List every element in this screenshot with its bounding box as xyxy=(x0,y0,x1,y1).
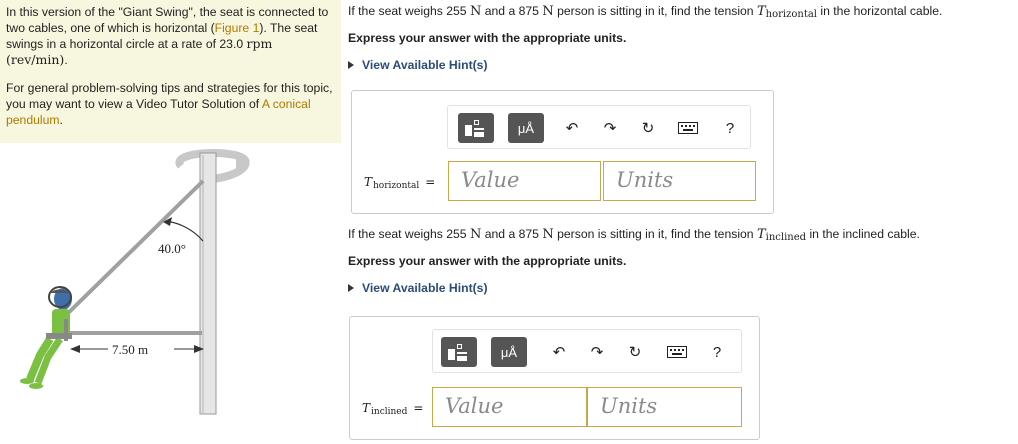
figure-link[interactable]: Figure 1 xyxy=(215,21,260,35)
person-on-seat xyxy=(20,286,72,389)
problem-intro: In this version of the "Giant Swing", th… xyxy=(6,5,329,67)
keyboard-icon[interactable] xyxy=(674,114,702,142)
redo-icon[interactable]: ↷ xyxy=(583,338,611,366)
problem-statement: In this version of the "Giant Swing", th… xyxy=(0,0,341,143)
templates-button[interactable] xyxy=(458,113,494,143)
fraction-template-icon xyxy=(448,343,470,361)
part-a-express-units: Express your answer with the appropriate… xyxy=(348,31,627,45)
part-b-units-input[interactable]: Units xyxy=(587,387,742,427)
keyboard-icon[interactable] xyxy=(663,338,691,366)
part-b-variable-label: Tinclined = xyxy=(362,401,424,417)
giant-swing-diagram: 40.0° 7.50 m xyxy=(20,149,250,415)
help-button[interactable]: ? xyxy=(703,338,731,366)
expand-triangle-icon xyxy=(348,284,354,292)
part-a: If the seat weighs 255 N and a 875 N per… xyxy=(348,0,1018,72)
part-b-express-units: Express your answer with the appropriate… xyxy=(348,254,627,268)
problem-tips: For general problem-solving tips and str… xyxy=(6,81,333,127)
reset-icon[interactable]: ↻ xyxy=(621,338,649,366)
redo-icon[interactable]: ↷ xyxy=(596,114,624,142)
part-a-variable-label: Thorizontal = xyxy=(364,175,436,191)
undo-icon[interactable]: ↶ xyxy=(545,338,573,366)
templates-button[interactable] xyxy=(441,337,477,367)
part-b-question: If the seat weighs 255 N and a 875 N per… xyxy=(348,227,920,243)
help-button[interactable]: ? xyxy=(716,114,744,142)
reset-icon[interactable]: ↻ xyxy=(634,114,662,142)
undo-icon[interactable]: ↶ xyxy=(558,114,586,142)
units-button[interactable]: μÅ xyxy=(491,337,527,367)
part-b-view-hints[interactable]: View Available Hint(s) xyxy=(348,281,1018,295)
part-a-value-input[interactable]: Value xyxy=(448,161,601,201)
fraction-template-icon xyxy=(465,119,487,137)
part-a-answer-box: μÅ ↶ ↷ ↻ ? Thorizontal = Value Units xyxy=(351,90,774,214)
expand-triangle-icon xyxy=(348,61,354,69)
part-b-value-input[interactable]: Value xyxy=(432,387,587,427)
angle-label: 40.0° xyxy=(158,241,186,256)
part-b-toolbar: μÅ ↶ ↷ ↻ ? xyxy=(432,329,742,373)
giant-swing-figure: 40.0° 7.50 m xyxy=(0,143,341,444)
part-a-view-hints[interactable]: View Available Hint(s) xyxy=(348,58,1018,72)
part-b-answer-box: μÅ ↶ ↷ ↻ ? Tinclined = Value Units xyxy=(349,316,760,440)
part-a-units-input[interactable]: Units xyxy=(603,161,756,201)
units-button[interactable]: μÅ xyxy=(508,113,544,143)
part-a-question: If the seat weighs 255 N and a 875 N per… xyxy=(348,4,943,20)
angle-arc xyxy=(165,220,204,242)
part-b: If the seat weighs 255 N and a 875 N per… xyxy=(348,225,1018,295)
part-a-toolbar: μÅ ↶ ↷ ↻ ? xyxy=(447,105,751,149)
radius-label: 7.50 m xyxy=(112,342,148,357)
